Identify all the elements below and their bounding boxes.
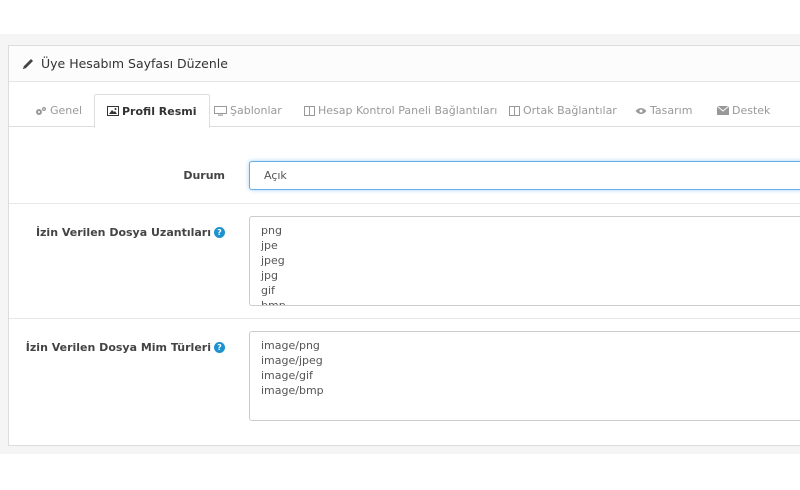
extension-line: bmp <box>261 299 286 306</box>
image-icon <box>107 106 119 116</box>
form-row-mimes: İzin Verilen Dosya Mim Türleri ? image/p… <box>9 319 800 446</box>
columns-icon <box>304 105 315 116</box>
cogs-icon <box>36 106 46 115</box>
tab-label: Ortak Bağlantılar <box>523 104 617 117</box>
form-row-extensions: İzin Verilen Dosya Uzantıları ? png jpe … <box>9 204 800 319</box>
tab-destek[interactable]: Destek <box>717 94 770 127</box>
mimes-label-text: İzin Verilen Dosya Mim Türleri <box>25 341 211 354</box>
mimes-label: İzin Verilen Dosya Mim Türleri ? <box>26 341 225 354</box>
status-label: Durum <box>183 169 225 182</box>
tab-ortak-baglantilar[interactable]: Ortak Bağlantılar <box>509 94 617 127</box>
tab-label: Genel <box>50 104 83 117</box>
tab-tasarim[interactable]: Tasarım <box>635 94 692 127</box>
tab-label: Profil Resmi <box>122 104 197 118</box>
tab-label: Hesap Kontrol Paneli Bağlantıları <box>318 104 498 117</box>
tab-genel[interactable]: Genel <box>35 94 82 127</box>
status-select[interactable]: Açık <box>249 161 800 190</box>
mime-line: image/bmp <box>261 384 324 397</box>
extension-line: png <box>261 224 282 237</box>
mime-line: image/jpeg <box>261 354 323 367</box>
tab-label: Destek <box>732 104 771 117</box>
extension-line: jpe <box>261 239 278 252</box>
extension-line: jpeg <box>261 254 285 267</box>
tab-sablonlar[interactable]: Şablonlar <box>214 94 282 127</box>
status-value: Açık <box>264 169 287 182</box>
desktop-icon <box>214 105 227 116</box>
tab-label: Şablonlar <box>230 104 282 117</box>
panel-title: Üye Hesabım Sayfası Düzenle <box>41 56 228 71</box>
extension-line: jpg <box>261 269 279 282</box>
settings-panel: Üye Hesabım Sayfası Düzenle Genel Profil… <box>8 45 800 446</box>
form-row-status: Durum Açık <box>9 147 800 204</box>
tab-profil-resmi[interactable]: Profil Resmi <box>94 94 210 128</box>
extensions-textarea[interactable]: png jpe jpeg jpg gif bmp <box>249 216 800 306</box>
mime-line: image/png <box>261 339 320 352</box>
tab-bar: Genel Profil Resmi Şablonlar Hesap Kontr… <box>9 94 800 128</box>
tab-hesap-kontrol-paneli[interactable]: Hesap Kontrol Paneli Bağlantıları <box>304 94 497 127</box>
tab-label: Tasarım <box>650 104 693 117</box>
help-icon[interactable]: ? <box>214 342 225 353</box>
extensions-label: İzin Verilen Dosya Uzantıları ? <box>36 226 225 239</box>
mime-line: image/gif <box>261 369 313 382</box>
eye-icon <box>635 107 647 114</box>
mimes-textarea[interactable]: image/png image/jpeg image/gif image/bmp <box>249 331 800 421</box>
columns-icon <box>509 105 520 116</box>
pencil-icon <box>23 58 33 69</box>
panel-heading: Üye Hesabım Sayfası Düzenle <box>9 46 800 82</box>
extensions-label-text: İzin Verilen Dosya Uzantıları <box>35 226 211 239</box>
extension-line: gif <box>261 284 275 297</box>
envelope-icon <box>717 106 729 115</box>
help-icon[interactable]: ? <box>214 227 225 238</box>
